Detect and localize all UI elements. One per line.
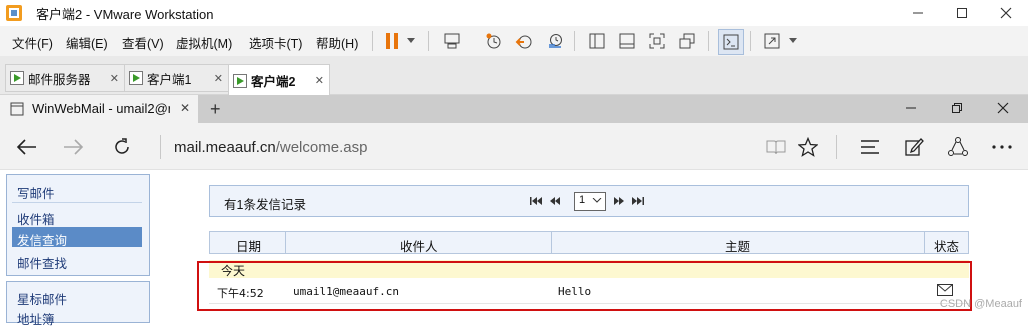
vm-running-icon xyxy=(10,71,24,85)
tab-mail-server[interactable]: 邮件服务器 ✕ xyxy=(5,64,125,92)
last-page-icon[interactable] xyxy=(632,196,644,206)
column-divider xyxy=(551,232,552,253)
close-icon[interactable]: ✕ xyxy=(214,72,223,85)
back-icon[interactable] xyxy=(12,134,40,160)
reading-view-icon[interactable] xyxy=(762,134,790,160)
menu-view[interactable]: 查看(V) xyxy=(122,33,164,52)
page-icon xyxy=(10,102,24,116)
hub-icon[interactable] xyxy=(856,134,884,160)
close-icon[interactable]: ✕ xyxy=(110,72,119,85)
toolbar-divider xyxy=(574,31,575,51)
close-button[interactable] xyxy=(984,0,1028,26)
page-select-value: 1 xyxy=(579,194,586,206)
toolbar-divider xyxy=(750,31,751,51)
close-icon[interactable]: ✕ xyxy=(315,74,324,87)
share-icon[interactable] xyxy=(944,134,972,160)
browser-window-controls xyxy=(897,95,1028,123)
url-domain: mail.meaauf.cn xyxy=(174,139,276,156)
minimize-button[interactable] xyxy=(905,102,917,114)
vm-running-icon xyxy=(129,71,143,85)
page-select[interactable]: 1 xyxy=(574,192,606,211)
table-header: 日期 收件人 主题 状态 xyxy=(209,231,969,254)
forward-icon[interactable] xyxy=(60,134,88,160)
menu-edit[interactable]: 编辑(E) xyxy=(66,33,108,52)
vm-running-icon xyxy=(233,73,247,88)
snapshot-manager-icon[interactable] xyxy=(543,29,567,53)
tab-label: 客户端1 xyxy=(147,72,192,87)
compose-link[interactable]: 写邮件 xyxy=(17,183,55,202)
vm-tab-strip: 邮件服务器 ✕ 客户端1 ✕ 客户端2 ✕ xyxy=(0,56,1028,97)
sidebar-item-sent-query[interactable]: 发信查询 xyxy=(17,230,67,249)
tab-label: 邮件服务器 xyxy=(28,72,91,87)
address-divider xyxy=(160,135,161,159)
window-title: 客户端2 - VMware Workstation xyxy=(36,7,214,22)
browser-toolbar: mail.meaauf.cn/welcome.asp xyxy=(0,123,1028,170)
console-view-icon[interactable] xyxy=(718,29,744,55)
stretch-guest-icon[interactable] xyxy=(760,29,784,53)
column-divider xyxy=(285,232,286,253)
pager-bar: 有1条发信记录 1 xyxy=(209,185,969,217)
toolbar-divider xyxy=(708,31,709,51)
snapshot-icon[interactable] xyxy=(482,29,506,53)
tab-label: 客户端2 xyxy=(251,75,296,89)
sidebar-item-search[interactable]: 邮件查找 xyxy=(17,253,67,272)
column-divider xyxy=(924,232,925,253)
close-button[interactable] xyxy=(997,102,1009,114)
url-path: /welcome.asp xyxy=(275,139,368,156)
column-header-status[interactable]: 状态 xyxy=(934,236,959,255)
vmware-logo-icon xyxy=(5,4,23,22)
sidebar-item-starred[interactable]: 星标邮件 xyxy=(17,289,67,308)
menu-vm[interactable]: 虚拟机(M) xyxy=(176,33,232,52)
refresh-icon[interactable] xyxy=(108,134,136,160)
pause-icon[interactable] xyxy=(380,29,404,53)
prev-page-icon[interactable] xyxy=(550,196,561,206)
vmware-titlebar: 客户端2 - VMware Workstation xyxy=(0,0,1028,26)
tab-client2[interactable]: 客户端2 ✕ xyxy=(228,64,330,97)
column-header-subject[interactable]: 主题 xyxy=(725,236,750,255)
next-page-icon[interactable] xyxy=(614,196,625,206)
vmware-menubar: 文件(F) 编辑(E) 查看(V) 虚拟机(M) 选项卡(T) 帮助(H) xyxy=(0,26,1028,56)
toolbar-divider xyxy=(428,31,429,51)
sidebar-view-icon[interactable] xyxy=(585,29,609,53)
chevron-down-icon xyxy=(592,198,602,204)
column-header-recipient[interactable]: 收件人 xyxy=(400,236,438,255)
more-icon[interactable] xyxy=(988,134,1016,160)
tab-client1[interactable]: 客户端1 ✕ xyxy=(124,64,229,92)
record-count: 有1条发信记录 xyxy=(224,198,306,212)
fullscreen-icon[interactable] xyxy=(645,29,669,53)
highlight-annotation xyxy=(197,261,972,311)
menu-tabs[interactable]: 选项卡(T) xyxy=(249,33,302,52)
address-bar[interactable]: mail.meaauf.cn/welcome.asp xyxy=(174,139,367,156)
sidebar-divider xyxy=(12,202,142,203)
menu-help[interactable]: 帮助(H) xyxy=(316,33,358,52)
chevron-down-icon[interactable] xyxy=(786,29,800,53)
star-icon[interactable] xyxy=(794,134,822,160)
first-page-icon[interactable] xyxy=(530,196,542,206)
restore-button[interactable] xyxy=(951,102,963,114)
sidebar-item-inbox[interactable]: 收件箱 xyxy=(17,209,55,228)
browser-tab-title: WinWebMail - umail2@r xyxy=(32,101,170,116)
browser-tab[interactable]: WinWebMail - umail2@r ✕ xyxy=(0,95,198,123)
sidebar-item-addressbook[interactable]: 地址簿 xyxy=(17,309,55,328)
chevron-down-icon[interactable] xyxy=(404,29,418,53)
new-tab-button[interactable]: + xyxy=(210,99,221,120)
send-ctrl-alt-del-icon[interactable] xyxy=(440,29,464,53)
toolbar-divider xyxy=(372,31,373,51)
toolbar-divider xyxy=(836,135,837,159)
column-header-date[interactable]: 日期 xyxy=(236,236,261,255)
menu-file[interactable]: 文件(F) xyxy=(12,33,53,52)
close-icon[interactable]: ✕ xyxy=(180,101,190,115)
web-note-icon[interactable] xyxy=(900,134,928,160)
revert-snapshot-icon[interactable] xyxy=(512,29,536,53)
unity-icon[interactable] xyxy=(675,29,699,53)
watermark-text: CSDN @Meaauf xyxy=(939,298,1022,310)
thumbnail-bar-icon[interactable] xyxy=(615,29,639,53)
maximize-button[interactable] xyxy=(940,0,984,26)
minimize-button[interactable] xyxy=(896,0,940,26)
